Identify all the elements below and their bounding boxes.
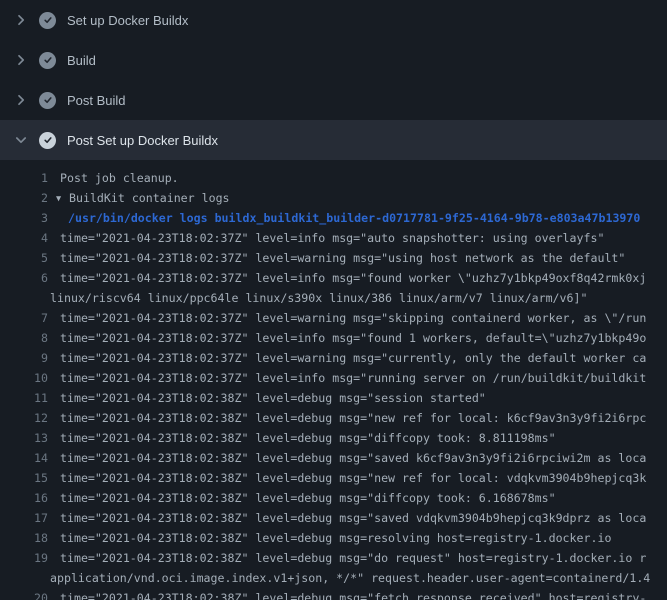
log-line: 1 Post job cleanup. [0,168,667,188]
log-text: time="2021-04-23T18:02:37Z" level=warnin… [60,248,625,268]
line-number[interactable]: 6 [0,268,48,288]
actions-log-viewer: Set up Docker Buildx Build Post Build Post … [0,0,667,600]
line-number[interactable]: 2 [0,188,48,208]
line-number[interactable]: 15 [0,468,48,488]
log-line: 8 time="2021-04-23T18:02:37Z" level=info … [0,328,667,348]
log-text: time="2021-04-23T18:02:38Z" level=debug … [60,448,646,468]
log-text: time="2021-04-23T18:02:37Z" level=info m… [60,328,646,348]
check-circle-icon [39,132,56,149]
log-line: 7 time="2021-04-23T18:02:37Z" level=warni… [0,308,667,328]
log-text: time="2021-04-23T18:02:38Z" level=debug … [60,528,611,548]
log-line: 10 time="2021-04-23T18:02:37Z" level=info… [0,368,667,388]
line-number[interactable]: 12 [0,408,48,428]
line-number[interactable]: 9 [0,348,48,368]
group-title: BuildKit container logs [69,191,230,205]
group-collapse-arrow-icon[interactable]: ▼ [56,189,69,209]
log-line: 6 time="2021-04-23T18:02:37Z" level=info … [0,268,667,288]
line-number[interactable]: 4 [0,228,48,248]
line-number[interactable]: 1 [0,168,48,188]
log-text: time="2021-04-23T18:02:38Z" level=debug … [60,548,646,568]
log-text: time="2021-04-23T18:02:38Z" level=debug … [60,408,646,428]
line-number[interactable]: 17 [0,508,48,528]
log-output: 1 Post job cleanup. 2 ▼BuildKit container l… [0,160,667,600]
step-label: Build [67,53,96,68]
line-number[interactable]: 20 [0,588,48,600]
log-line: 14 time="2021-04-23T18:02:38Z" level=debu… [0,448,667,468]
log-text: time="2021-04-23T18:02:37Z" level=warnin… [60,348,646,368]
log-text: time="2021-04-23T18:02:37Z" level=warnin… [60,308,646,328]
log-text: Post job cleanup. [60,168,179,188]
log-text: /usr/bin/docker logs buildx_buildkit_bui… [68,208,640,228]
log-text: time="2021-04-23T18:02:38Z" level=debug … [60,468,646,488]
log-line: 19 time="2021-04-23T18:02:38Z" level=debu… [0,548,667,568]
line-number[interactable]: 16 [0,488,48,508]
step-header-build[interactable]: Build [0,40,667,80]
log-line: 5 time="2021-04-23T18:02:37Z" level=warni… [0,248,667,268]
line-number[interactable]: 7 [0,308,48,328]
log-line: 4 time="2021-04-23T18:02:37Z" level=info … [0,228,667,248]
line-number[interactable]: 18 [0,528,48,548]
chevron-right-icon[interactable] [13,92,29,108]
line-number[interactable]: 14 [0,448,48,468]
log-line: 15 time="2021-04-23T18:02:38Z" level=debu… [0,468,667,488]
check-circle-icon [39,12,56,29]
log-line-command: 3/usr/bin/docker logs buildx_buildkit_bu… [0,208,667,228]
line-number[interactable]: 3 [0,208,48,228]
log-text: time="2021-04-23T18:02:38Z" level=debug … [60,588,646,600]
line-number[interactable]: 8 [0,328,48,348]
log-group-header[interactable]: 2 ▼BuildKit container logs [0,188,667,208]
check-circle-icon [39,92,56,109]
chevron-right-icon[interactable] [13,12,29,28]
step-list: Set up Docker Buildx Build Post Build Post … [0,0,667,160]
log-line: 18 time="2021-04-23T18:02:38Z" level=debu… [0,528,667,548]
step-label: Set up Docker Buildx [67,13,188,28]
line-number[interactable]: 13 [0,428,48,448]
log-text: time="2021-04-23T18:02:37Z" level=info m… [60,228,604,248]
log-line: 11 time="2021-04-23T18:02:38Z" level=debu… [0,388,667,408]
log-line: 12 time="2021-04-23T18:02:38Z" level=debu… [0,408,667,428]
step-label: Post Build [67,93,126,108]
log-text: time="2021-04-23T18:02:37Z" level=info m… [60,268,646,288]
line-number[interactable]: 5 [0,248,48,268]
log-text: time="2021-04-23T18:02:38Z" level=debug … [60,388,486,408]
log-text: time="2021-04-23T18:02:37Z" level=info m… [60,368,646,388]
log-text: time="2021-04-23T18:02:38Z" level=debug … [60,428,556,448]
step-header-set-up-docker-buildx[interactable]: Set up Docker Buildx [0,0,667,40]
log-text: time="2021-04-23T18:02:38Z" level=debug … [60,508,646,528]
chevron-right-icon[interactable] [13,52,29,68]
step-header-post-set-up-docker-buildx[interactable]: Post Set up Docker Buildx [0,120,667,160]
log-line: 20 time="2021-04-23T18:02:38Z" level=debu… [0,588,667,600]
log-text: linux/riscv64 linux/ppc64le linux/s390x … [50,288,587,308]
log-line: 17 time="2021-04-23T18:02:38Z" level=debu… [0,508,667,528]
step-header-post-build[interactable]: Post Build [0,80,667,120]
log-text: application/vnd.oci.image.index.v1+json,… [50,568,650,588]
log-line: 9 time="2021-04-23T18:02:37Z" level=warni… [0,348,667,368]
log-line: 13 time="2021-04-23T18:02:38Z" level=debu… [0,428,667,448]
line-number[interactable]: 19 [0,548,48,568]
log-text: time="2021-04-23T18:02:38Z" level=debug … [60,488,556,508]
log-line-continuation: application/vnd.oci.image.index.v1+json,… [0,568,667,588]
line-number[interactable]: 11 [0,388,48,408]
log-line: 16 time="2021-04-23T18:02:38Z" level=debu… [0,488,667,508]
chevron-down-icon[interactable] [13,132,29,148]
line-number[interactable]: 10 [0,368,48,388]
check-circle-icon [39,52,56,69]
log-line-continuation: linux/riscv64 linux/ppc64le linux/s390x … [0,288,667,308]
step-label: Post Set up Docker Buildx [67,133,218,148]
